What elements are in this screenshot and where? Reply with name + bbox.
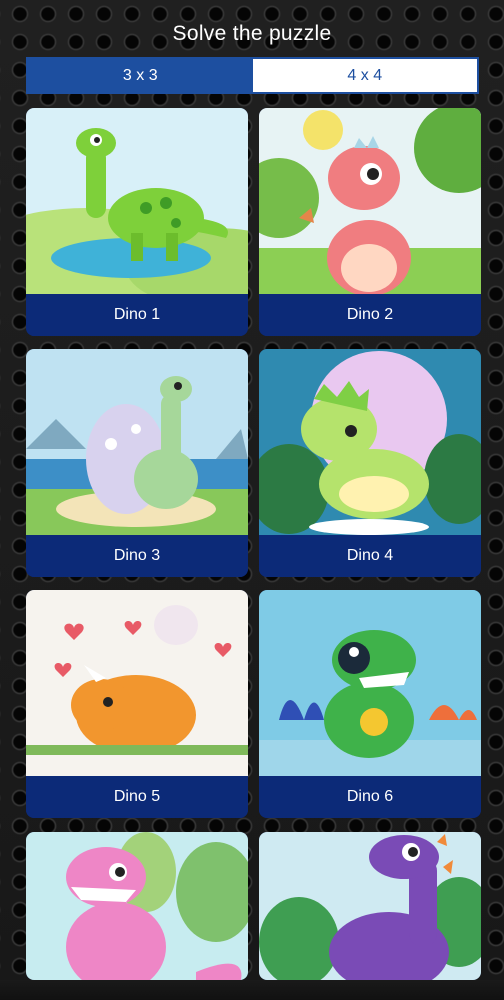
puzzle-label: Dino 2 (259, 294, 481, 336)
dino-1-thumbnail (26, 108, 248, 294)
puzzle-label: Dino 1 (26, 294, 248, 336)
dino-2-thumbnail (259, 108, 481, 294)
puzzle-card-dino-2[interactable]: Dino 2 (259, 108, 481, 336)
puzzle-card-dino-4[interactable]: Dino 4 (259, 349, 481, 577)
puzzle-card-dino-7[interactable] (26, 832, 248, 980)
dino-7-thumbnail (26, 832, 248, 980)
dino-4-thumbnail (259, 349, 481, 535)
tab-4x4[interactable]: 4 x 4 (252, 59, 477, 92)
bottom-edge (0, 980, 504, 1000)
puzzle-label: Dino 4 (259, 535, 481, 577)
puzzle-label: Dino 6 (259, 776, 481, 818)
puzzle-card-dino-5[interactable]: Dino 5 (26, 590, 248, 818)
grid-size-tabs: 3 x 3 4 x 4 (26, 57, 479, 94)
puzzle-card-dino-3[interactable]: Dino 3 (26, 349, 248, 577)
page-title: Solve the puzzle (172, 22, 332, 45)
dino-3-thumbnail (26, 349, 248, 535)
puzzle-card-dino-8[interactable] (259, 832, 481, 980)
dino-5-thumbnail (26, 590, 248, 776)
puzzle-label: Dino 5 (26, 776, 248, 818)
dino-6-thumbnail (259, 590, 481, 776)
puzzle-card-dino-1[interactable]: Dino 1 (26, 108, 248, 336)
puzzle-card-dino-6[interactable]: Dino 6 (259, 590, 481, 818)
dino-8-thumbnail (259, 832, 481, 980)
tab-3x3[interactable]: 3 x 3 (28, 59, 253, 92)
puzzle-label: Dino 3 (26, 535, 248, 577)
